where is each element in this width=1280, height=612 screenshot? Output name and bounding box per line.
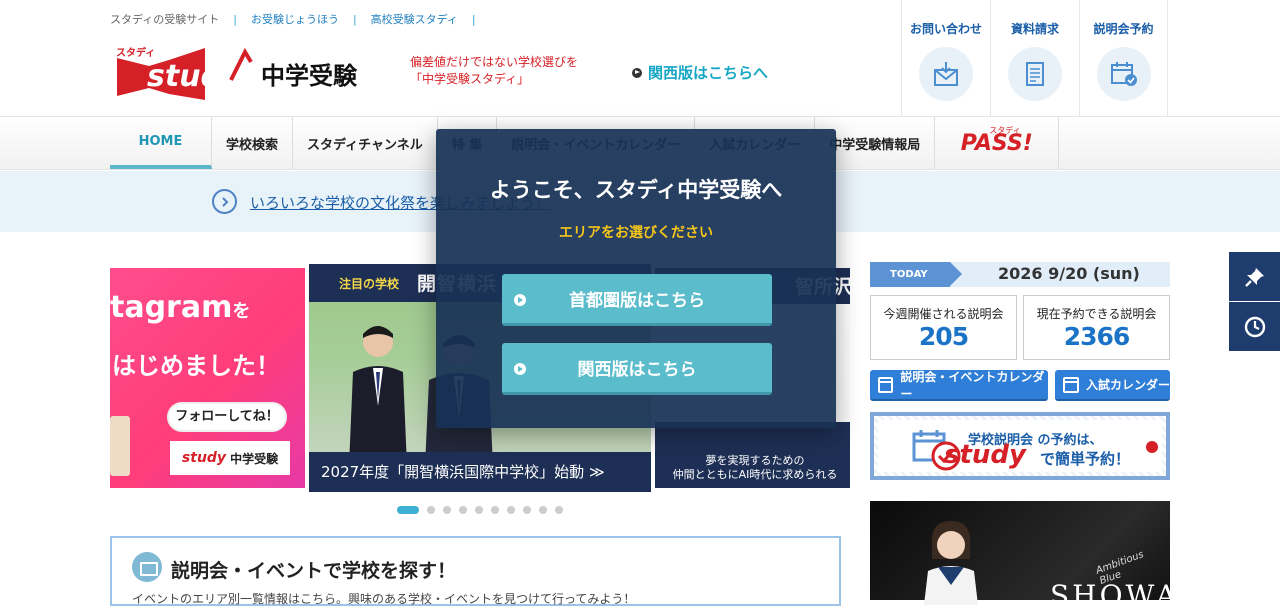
slider-dot[interactable] [555,506,563,514]
exam-calendar-button[interactable]: 入試カレンダー [1055,370,1170,401]
header-buttons: お問い合わせ 資料請求 説明会予約 [901,0,1168,117]
slider-dots [397,506,571,514]
phone-illustration [110,416,130,476]
nav-pass[interactable]: スタディ PASS! [935,117,1060,169]
slider-dot[interactable] [475,506,483,514]
arrow-right-icon [1146,441,1158,453]
slide-caption: 2027年度「開智横浜国際中学校」始動 ≫ [309,452,651,492]
kansai-area-button[interactable]: 関西版はこちら [502,343,772,395]
top-link-ojuken[interactable]: お受験じょうほう [251,11,339,27]
reservation-promo-banner[interactable]: 学校説明会 の予約は、 study で簡単予約！ [870,412,1170,480]
mini-logo: study 中学受験 [170,441,290,475]
top-link-high-school[interactable]: 高校受験スタディ [371,11,458,27]
event-reserve-button[interactable]: 説明会予約 [1079,0,1168,117]
slider-dot[interactable] [539,506,547,514]
area-select-modal: ようこそ、スタディ中学受験へ エリアをお選びください 首都圏版はこちら 関西版は… [436,129,836,428]
calendar-check-icon [1110,62,1137,86]
arrow-right-icon [514,294,526,306]
arrow-right-icon [632,67,642,78]
slider-dot[interactable] [507,506,515,514]
section-subtitle: イベントのエリア別一覧情報はこちら。興味のある学校・イベントを見つけて行ってみよ… [132,592,636,606]
arrow-right-icon [514,363,526,375]
clock-icon [1244,316,1265,337]
logo-jp-text: 中学受験 [261,62,357,90]
reservable-sessions-count[interactable]: 現在予約できる説明会 2366 [1023,295,1170,360]
kansai-link[interactable]: 関西版はこちらへ [632,62,768,83]
today-date: 2026 9/20 (sun) [998,264,1140,283]
calendar-icon [1063,376,1079,393]
section-title: 説明会・イベントで学校を探す！ [171,560,457,582]
history-button[interactable] [1229,302,1280,351]
nav-study-channel[interactable]: スタディチャンネル [293,117,438,169]
weekly-sessions-count[interactable]: 今週開催される説明会 205 [870,295,1017,360]
today-bar: TODAY 2026 9/20 (sun) [870,262,1170,287]
pin-button[interactable] [1229,252,1280,301]
pin-icon [1244,267,1264,287]
follow-badge: フォローしてね！ [167,402,287,432]
nav-school-search[interactable]: 学校検索 [212,117,294,169]
mail-icon [934,62,958,86]
slider-dot[interactable] [443,506,451,514]
svg-text:study: study [147,59,243,94]
today-tag: TODAY [870,262,962,287]
top-link-study-sites: スタディの受験サイト [110,13,220,26]
slider-dot[interactable] [523,506,531,514]
slide-instagram[interactable]: tagramを はじめました！ フォローしてね！ study 中学受験 [110,268,305,488]
tagline: 偏差値だけではない学校選びを 「中学受験スタディ」 [410,55,579,86]
modal-title: ようこそ、スタディ中学受験へ [489,178,783,202]
student-photo [349,326,407,466]
site-header: スタディの受験サイト | お受験じょうほう | 高校受験スタディ | study… [0,0,1280,117]
building-icon [132,552,162,582]
student-photo [924,521,978,605]
modal-subtitle: エリアをお選びください [559,225,713,241]
chevron-right-circle-icon[interactable] [212,189,237,214]
site-logo[interactable]: study スタディ 中学受験 [113,42,373,104]
nav-home[interactable]: HOME [110,117,212,169]
slider-dot[interactable] [427,506,435,514]
top-links: スタディの受験サイト | お受験じょうほう | 高校受験スタディ | [110,11,476,27]
request-docs-button[interactable]: 資料請求 [990,0,1079,117]
tokyo-area-button[interactable]: 首都圏版はこちら [502,274,772,326]
event-search-section: 説明会・イベントで学校を探す！ イベントのエリア別一覧情報はこちら。興味のある学… [110,536,841,606]
slider-dot[interactable] [397,506,419,514]
document-icon [1026,62,1044,86]
slider-dot[interactable] [491,506,499,514]
event-calendar-button[interactable]: 説明会・イベントカレンダー [870,370,1048,401]
calendar-icon [878,376,894,393]
logo-small-text: スタディ [116,48,156,59]
slider-dot[interactable] [459,506,467,514]
showa-banner[interactable]: Ambitious Blue SHOWA [870,501,1176,612]
contact-button[interactable]: お問い合わせ [901,0,990,117]
